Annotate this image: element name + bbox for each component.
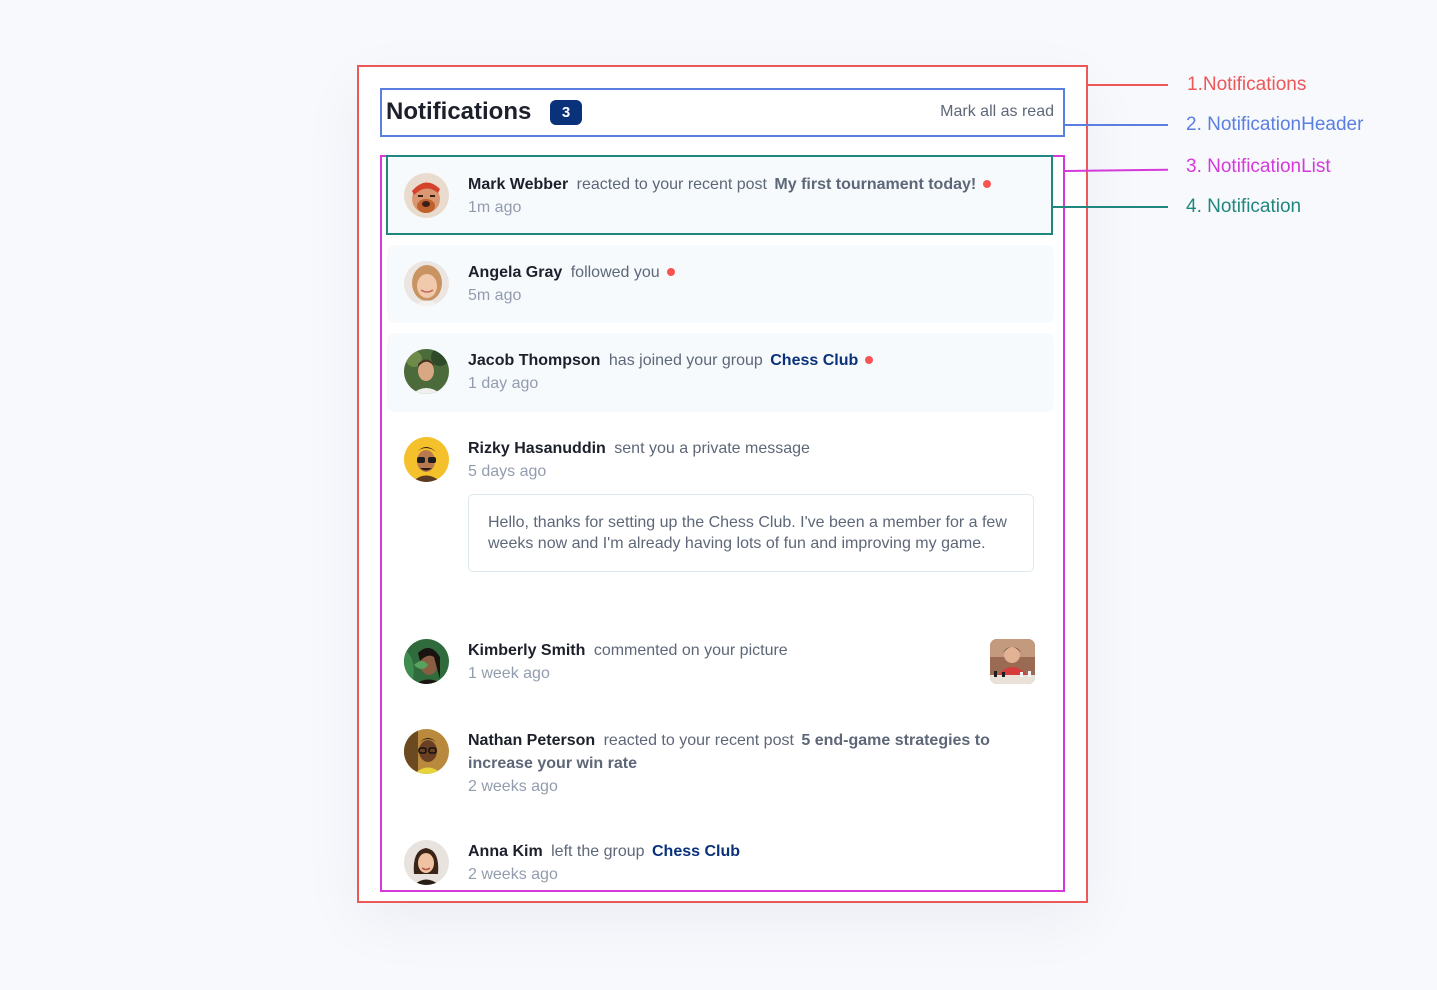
notification-item[interactable]: Mark Webber reacted to your recent post …: [387, 157, 1054, 234]
notification-item[interactable]: Rizky Hasanuddin sent you a private mess…: [387, 421, 1054, 611]
notification-action: reacted to your recent post: [576, 176, 767, 193]
post-link[interactable]: My first tournament today!: [774, 176, 976, 193]
notification-body: Mark Webber reacted to your recent post …: [468, 173, 1036, 220]
picture-thumbnail[interactable]: [990, 639, 1035, 684]
avatar[interactable]: [404, 349, 449, 394]
unread-dot-icon: [666, 268, 675, 276]
timestamp: 5 days ago: [468, 463, 547, 480]
notification-action: followed you: [570, 264, 660, 281]
user-name-link[interactable]: Anna Kim: [468, 843, 543, 860]
user-name-link[interactable]: Nathan Peterson: [468, 732, 595, 749]
notification-item[interactable]: Jacob Thompson has joined your group Che…: [387, 333, 1054, 412]
user-name-link[interactable]: Rizky Hasanuddin: [468, 440, 606, 457]
legend-label: 4. Notification: [1186, 196, 1302, 217]
unread-dot-icon: [865, 356, 874, 364]
timestamp: 2 weeks ago: [468, 866, 558, 883]
notification-action: has joined your group: [608, 352, 763, 369]
user-name-link[interactable]: Jacob Thompson: [468, 352, 600, 369]
notification-item[interactable]: Kimberly Smith commented on your picture…: [387, 623, 1054, 701]
notification-item[interactable]: Anna Kim left the group Chess Club 2 wee…: [387, 824, 1054, 890]
notification-body: Rizky Hasanuddin sent you a private mess…: [468, 437, 1036, 572]
group-link[interactable]: Chess Club: [770, 352, 858, 369]
page-title: Notifications: [386, 98, 532, 125]
mark-all-read-button[interactable]: Mark all as read: [940, 103, 1054, 121]
avatar[interactable]: [404, 173, 449, 218]
notification-action: sent you a private message: [614, 440, 810, 457]
group-link[interactable]: Chess Club: [652, 843, 740, 860]
avatar[interactable]: [404, 840, 449, 885]
notification-action: commented on your picture: [593, 642, 788, 659]
user-name-link[interactable]: Kimberly Smith: [468, 642, 585, 659]
notification-item[interactable]: Angela Gray followed you 5m ago: [387, 245, 1054, 323]
timestamp: 1m ago: [468, 199, 522, 216]
legend-label: 2. NotificationHeader: [1186, 114, 1364, 135]
notification-action: reacted to your recent post: [603, 732, 794, 749]
legend-label: 1.Notifications: [1187, 74, 1307, 95]
timestamp: 1 day ago: [468, 375, 539, 392]
user-name-link[interactable]: Mark Webber: [468, 176, 568, 193]
legend-connector: [1053, 206, 1168, 208]
unread-count-badge: 3: [550, 100, 582, 125]
avatar[interactable]: [404, 437, 449, 482]
legend-connector: [1064, 168, 1169, 172]
timestamp: 5m ago: [468, 287, 522, 304]
notification-body: Jacob Thompson has joined your group Che…: [468, 349, 1036, 396]
legend-connector: [1065, 124, 1168, 126]
avatar[interactable]: [404, 261, 449, 306]
unread-dot-icon: [983, 180, 992, 188]
legend-connector: [1088, 84, 1168, 86]
private-message-preview[interactable]: Hello, thanks for setting up the Chess C…: [468, 494, 1034, 572]
notification-action: left the group: [551, 843, 645, 860]
legend-label: 3. NotificationList: [1186, 156, 1331, 177]
timestamp: 1 week ago: [468, 665, 550, 682]
notification-body: Anna Kim left the group Chess Club 2 wee…: [468, 840, 1036, 887]
notification-body: Kimberly Smith commented on your picture…: [468, 639, 1036, 686]
notification-item[interactable]: Nathan Peterson reacted to your recent p…: [387, 713, 1054, 813]
notification-body: Angela Gray followed you 5m ago: [468, 261, 1036, 308]
notification-body: Nathan Peterson reacted to your recent p…: [468, 729, 1036, 799]
avatar[interactable]: [404, 639, 449, 684]
avatar[interactable]: [404, 729, 449, 774]
timestamp: 2 weeks ago: [468, 778, 558, 795]
notification-header: Notifications 3 Mark all as read: [386, 90, 1054, 135]
user-name-link[interactable]: Angela Gray: [468, 264, 562, 281]
